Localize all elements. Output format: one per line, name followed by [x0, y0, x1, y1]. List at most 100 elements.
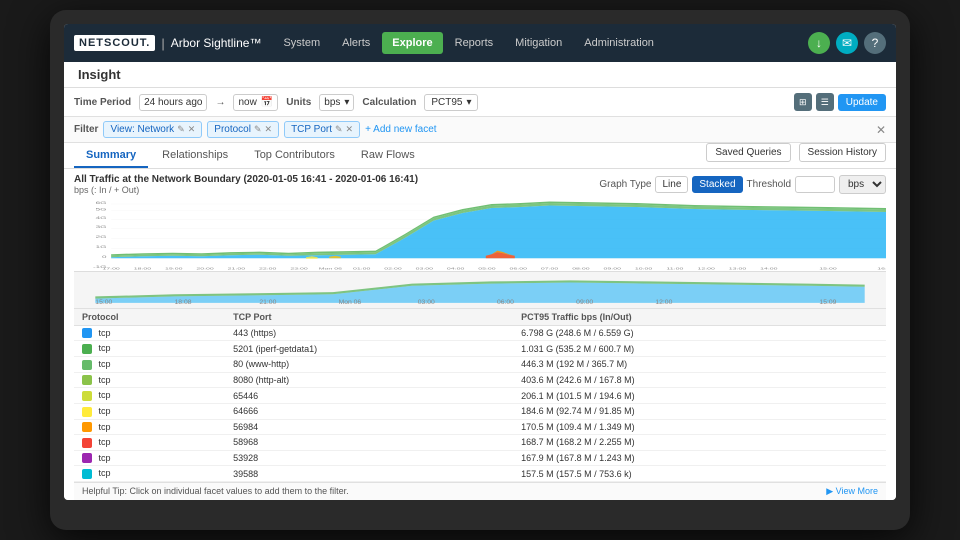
- cell-traffic: 167.9 M (167.8 M / 1.243 M): [513, 450, 886, 466]
- cell-port: 8080 (http-alt): [225, 372, 513, 388]
- cell-protocol: tcp: [74, 372, 225, 388]
- threshold-label: Threshold: [747, 179, 791, 190]
- nav-alerts[interactable]: Alerts: [332, 32, 380, 54]
- protocol-color-dot: [82, 453, 92, 463]
- protocol-color-dot: [82, 328, 92, 338]
- table-row[interactable]: tcp 58968 168.7 M (168.2 M / 2.255 M): [74, 435, 886, 451]
- view-more-link[interactable]: ▶ View More: [826, 486, 878, 497]
- filter-tag-tcpport-label: TCP Port: [291, 124, 332, 135]
- table-row[interactable]: tcp 56984 170.5 M (109.4 M / 1.349 M): [74, 419, 886, 435]
- svg-text:15:00: 15:00: [819, 268, 836, 271]
- cell-traffic: 168.7 M (168.2 M / 2.255 M): [513, 435, 886, 451]
- chart-icon-btn[interactable]: ⊞: [794, 93, 812, 111]
- cell-protocol: tcp: [74, 435, 225, 451]
- svg-text:21:00: 21:00: [259, 299, 276, 305]
- table-row[interactable]: tcp 5201 (iperf-getdata1) 1.031 G (535.2…: [74, 341, 886, 357]
- tab-top-contributors[interactable]: Top Contributors: [242, 144, 347, 168]
- session-history-btn[interactable]: Session History: [799, 143, 886, 162]
- cell-protocol: tcp: [74, 466, 225, 482]
- nav-administration[interactable]: Administration: [574, 32, 664, 54]
- chart-title: All Traffic at the Network Boundary (202…: [74, 174, 418, 185]
- nav-mitigation[interactable]: Mitigation: [505, 32, 572, 54]
- filter-tag-protocol-remove[interactable]: ✕: [265, 124, 273, 135]
- units-select[interactable]: bps ▾: [319, 94, 354, 111]
- svg-text:06:00: 06:00: [510, 268, 527, 271]
- brand-separator: |: [161, 36, 164, 51]
- add-facet-btn[interactable]: + Add new facet: [365, 124, 436, 135]
- nav-explore[interactable]: Explore: [382, 32, 442, 54]
- toolbar: Time Period 24 hours ago → now 📅 Units b…: [64, 88, 896, 117]
- filter-tag-protocol[interactable]: Protocol ✎ ✕: [207, 121, 279, 138]
- nav-system[interactable]: System: [273, 32, 330, 54]
- cell-traffic: 403.6 M (242.6 M / 167.8 M): [513, 372, 886, 388]
- tab-raw-flows[interactable]: Raw Flows: [349, 144, 427, 168]
- filter-tag-tcpport-edit[interactable]: ✎: [335, 124, 343, 135]
- svg-text:06:00: 06:00: [497, 299, 514, 305]
- table-row[interactable]: tcp 80 (www-http) 446.3 M (192 M / 365.7…: [74, 357, 886, 373]
- table-icon-btn[interactable]: ☰: [816, 93, 834, 111]
- filter-tag-tcpport-remove[interactable]: ✕: [346, 124, 354, 135]
- stacked-btn[interactable]: Stacked: [692, 176, 742, 193]
- threshold-unit-select[interactable]: bps: [839, 175, 886, 194]
- svg-text:07:00: 07:00: [541, 268, 558, 271]
- filter-tag-network-remove[interactable]: ✕: [188, 124, 196, 135]
- svg-text:0: 0: [102, 255, 107, 259]
- protocol-color-dot: [82, 391, 92, 401]
- filter-close-btn[interactable]: ✕: [876, 123, 886, 137]
- svg-text:23:00: 23:00: [290, 268, 307, 271]
- period-to-select[interactable]: now 📅: [233, 94, 278, 111]
- tab-summary[interactable]: Summary: [74, 144, 148, 168]
- chart-title-area: All Traffic at the Network Boundary (202…: [74, 174, 418, 195]
- tabs-row: Summary Relationships Top Contributors R…: [64, 143, 896, 169]
- svg-text:08:00: 08:00: [572, 268, 589, 271]
- svg-text:17:00: 17:00: [102, 268, 119, 271]
- cell-protocol: tcp: [74, 450, 225, 466]
- page-title: Insight: [78, 67, 121, 82]
- filter-tag-network-edit[interactable]: ✎: [177, 124, 185, 135]
- period-from-select[interactable]: 24 hours ago: [139, 94, 207, 111]
- table-row[interactable]: tcp 8080 (http-alt) 403.6 M (242.6 M / 1…: [74, 372, 886, 388]
- nav-reports[interactable]: Reports: [445, 32, 504, 54]
- netscout-logo: NETSCOUT.: [74, 35, 155, 51]
- units-value: bps: [324, 97, 340, 108]
- svg-text:01:00: 01:00: [353, 268, 370, 271]
- table-row[interactable]: tcp 443 (https) 6.798 G (248.6 M / 6.559…: [74, 325, 886, 341]
- cell-traffic: 157.5 M (157.5 M / 753.6 k): [513, 466, 886, 482]
- svg-text:6G: 6G: [96, 201, 107, 205]
- svg-text:14:00: 14:00: [760, 268, 777, 271]
- table-row[interactable]: tcp 53928 167.9 M (167.8 M / 1.243 M): [74, 450, 886, 466]
- protocol-color-dot: [82, 360, 92, 370]
- svg-text:19:00: 19:00: [165, 268, 182, 271]
- svg-text:15:00: 15:00: [95, 299, 112, 305]
- line-btn[interactable]: Line: [655, 176, 688, 193]
- protocol-color-dot: [82, 438, 92, 448]
- cell-traffic: 1.031 G (535.2 M / 600.7 M): [513, 341, 886, 357]
- table-row[interactable]: tcp 39588 157.5 M (157.5 M / 753.6 k): [74, 466, 886, 482]
- filter-tag-tcpport[interactable]: TCP Port ✎ ✕: [284, 121, 360, 138]
- table-row[interactable]: tcp 65446 206.1 M (101.5 M / 194.6 M): [74, 388, 886, 404]
- threshold-input[interactable]: [795, 176, 835, 193]
- cell-port: 64666: [225, 403, 513, 419]
- filter-tag-network[interactable]: View: Network ✎ ✕: [103, 121, 202, 138]
- svg-text:05:00: 05:00: [478, 268, 495, 271]
- cell-protocol: tcp: [74, 403, 225, 419]
- cell-protocol: tcp: [74, 341, 225, 357]
- email-icon[interactable]: ✉: [836, 32, 858, 54]
- svg-text:3G: 3G: [96, 225, 107, 229]
- cell-port: 56984: [225, 419, 513, 435]
- help-icon[interactable]: ?: [864, 32, 886, 54]
- update-button[interactable]: Update: [838, 94, 886, 111]
- data-table: Protocol TCP Port PCT95 Traffic bps (In/…: [74, 309, 886, 482]
- calc-select[interactable]: PCT95 ▾: [424, 94, 478, 111]
- tab-relationships[interactable]: Relationships: [150, 144, 240, 168]
- saved-queries-btn[interactable]: Saved Queries: [706, 143, 790, 162]
- filter-tag-protocol-edit[interactable]: ✎: [254, 124, 262, 135]
- cell-port: 58968: [225, 435, 513, 451]
- svg-text:21:00: 21:00: [228, 268, 245, 271]
- svg-text:02:00: 02:00: [384, 268, 401, 271]
- col-header-protocol: Protocol: [74, 309, 225, 326]
- svg-text:16:00: 16:00: [877, 268, 886, 271]
- cell-port: 443 (https): [225, 325, 513, 341]
- download-icon[interactable]: ↓: [808, 32, 830, 54]
- table-row[interactable]: tcp 64666 184.6 M (92.74 M / 91.85 M): [74, 403, 886, 419]
